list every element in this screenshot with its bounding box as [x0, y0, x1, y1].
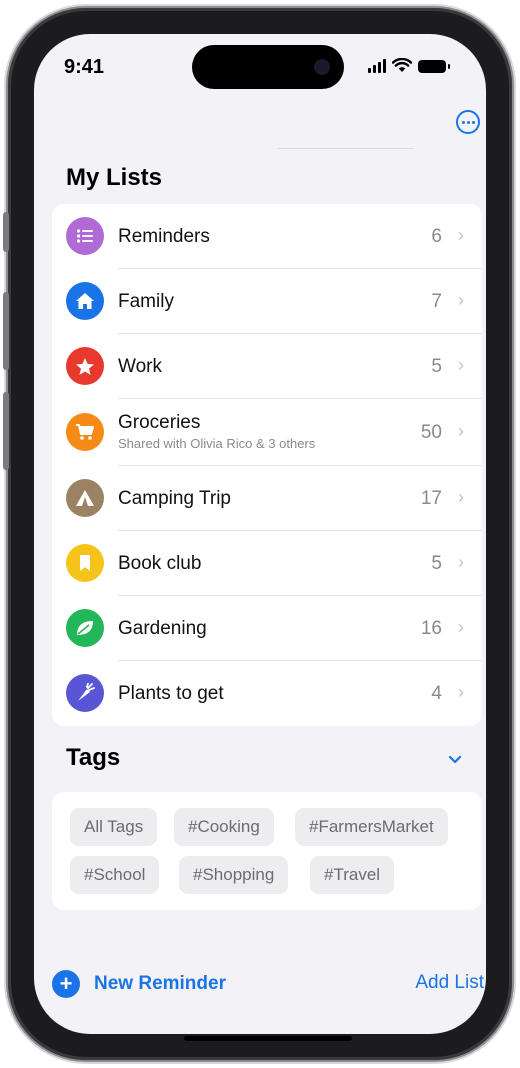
- more-options-button[interactable]: [456, 110, 480, 134]
- action-button: [3, 212, 9, 252]
- cart-icon: [66, 413, 104, 451]
- list-name: Family: [118, 291, 174, 312]
- wifi-icon: [392, 58, 412, 72]
- list-item-plants-to-get[interactable]: Plants to get 4 ›: [52, 661, 482, 725]
- list-item-groceries[interactable]: Groceries Shared with Olivia Rico & 3 ot…: [52, 399, 482, 465]
- chevron-right-icon: ›: [458, 617, 464, 637]
- volume-down-button: [3, 392, 9, 470]
- list-item-work[interactable]: Work 5 ›: [52, 334, 482, 398]
- list-name: Groceries: [118, 412, 201, 433]
- chevron-right-icon: ›: [458, 487, 464, 507]
- chevron-right-icon: ›: [458, 682, 464, 702]
- star-icon: [66, 347, 104, 385]
- chevron-right-icon: ›: [458, 290, 464, 310]
- tag-chip[interactable]: All Tags: [70, 808, 158, 846]
- list-item-gardening[interactable]: Gardening 16 ›: [52, 596, 482, 660]
- my-lists-title: My Lists: [66, 164, 163, 191]
- my-lists-card: Reminders 6 › Family 7 › Work 5 › Grocer…: [52, 204, 482, 726]
- dynamic-island: [192, 45, 344, 89]
- list-count: 50: [420, 422, 442, 443]
- status-time: 9:41: [64, 56, 105, 78]
- carrot-icon: [66, 674, 104, 712]
- add-list-button[interactable]: Add List: [415, 972, 484, 994]
- new-reminder-button[interactable]: + New Reminder: [52, 970, 226, 998]
- list-item-book-club[interactable]: Book club 5 ›: [52, 531, 482, 595]
- list-name: Work: [118, 356, 162, 377]
- list-name: Plants to get: [118, 683, 224, 704]
- list-count: 17: [420, 488, 442, 509]
- tag-chip[interactable]: #Cooking: [174, 808, 274, 846]
- chevron-right-icon: ›: [458, 552, 464, 572]
- tag-chip[interactable]: #Travel: [310, 856, 395, 894]
- plus-circle-icon: +: [52, 970, 80, 998]
- list-name: Camping Trip: [118, 488, 231, 509]
- list-count: 16: [420, 618, 442, 639]
- tags-card: All Tags #Cooking #FarmersMarket #School…: [52, 792, 482, 910]
- chevron-down-icon[interactable]: [446, 750, 464, 768]
- leaf-icon: [66, 609, 104, 647]
- new-reminder-label: New Reminder: [94, 973, 226, 994]
- list-count: 4: [431, 683, 442, 704]
- list-name: Book club: [118, 553, 202, 574]
- tag-chip[interactable]: #School: [70, 856, 160, 894]
- chevron-right-icon: ›: [458, 355, 464, 375]
- chevron-right-icon: ›: [458, 225, 464, 245]
- list-count: 6: [431, 226, 442, 247]
- nav-divider: [278, 148, 414, 149]
- tags-title: Tags: [66, 744, 121, 771]
- list-name: Reminders: [118, 226, 210, 247]
- cellular-signal-icon: [368, 59, 386, 73]
- list-subtitle: Shared with Olivia Rico & 3 others: [118, 436, 316, 451]
- list-name: Gardening: [118, 618, 207, 639]
- tag-chip[interactable]: #Shopping: [179, 856, 289, 894]
- volume-up-button: [3, 292, 9, 370]
- tag-chip[interactable]: #FarmersMarket: [295, 808, 448, 846]
- tent-icon: [66, 479, 104, 517]
- list-count: 5: [431, 553, 442, 574]
- list-count: 7: [431, 291, 442, 312]
- home-indicator: [184, 1036, 352, 1041]
- bookmark-icon: [66, 544, 104, 582]
- status-icons: [368, 58, 450, 73]
- list-item-reminders[interactable]: Reminders 6 ›: [52, 204, 482, 268]
- list-item-family[interactable]: Family 7 ›: [52, 269, 482, 333]
- chevron-right-icon: ›: [458, 421, 464, 441]
- house-icon: [66, 282, 104, 320]
- battery-icon: [418, 60, 450, 73]
- list-count: 5: [431, 356, 442, 377]
- list-item-camping-trip[interactable]: Camping Trip 17 ›: [52, 466, 482, 530]
- list-bullet-icon: [66, 217, 104, 255]
